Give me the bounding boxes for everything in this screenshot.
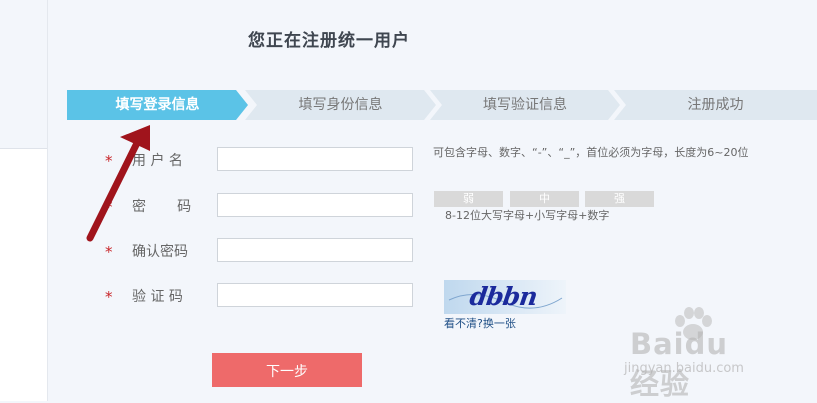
- next-step-button[interactable]: 下一步: [212, 353, 362, 387]
- captcha-refresh-link[interactable]: 看不清?换一张: [444, 315, 516, 331]
- page-title: 您正在注册统一用户: [248, 31, 410, 51]
- strength-weak: 弱: [434, 191, 503, 207]
- strength-medium: 中: [510, 191, 579, 207]
- watermark-url: jingyan.baidu.com: [624, 361, 744, 376]
- left-panel: [0, 0, 48, 401]
- username-hint: 可包含字母、数字、“-”、“_”，首位必须为字母，长度为6~20位: [433, 146, 749, 159]
- step-progress: 填写登录信息 填写身份信息 填写验证信息 注册成功: [67, 90, 817, 120]
- captcha-input[interactable]: [217, 283, 413, 307]
- captcha-image[interactable]: dbbn: [444, 280, 566, 314]
- step-identity-info: 填写身份信息: [245, 90, 436, 120]
- left-panel-header: [0, 0, 47, 149]
- username-input[interactable]: [217, 147, 413, 171]
- strength-strong: 强: [585, 191, 654, 207]
- password-input[interactable]: [217, 193, 413, 217]
- captcha-text: dbbn: [467, 282, 539, 311]
- captcha-label: 验 证 码: [132, 289, 183, 305]
- step-verify-info: 填写验证信息: [430, 90, 620, 120]
- password-hint: 8-12位大写字母+小写字母+数字: [445, 209, 610, 222]
- required-mark: *: [105, 288, 113, 306]
- annotation-arrow-icon: [86, 125, 150, 242]
- step-success: 注册成功: [614, 90, 817, 120]
- confirm-password-input[interactable]: [217, 238, 413, 262]
- step-login-info: 填写登录信息: [67, 90, 248, 120]
